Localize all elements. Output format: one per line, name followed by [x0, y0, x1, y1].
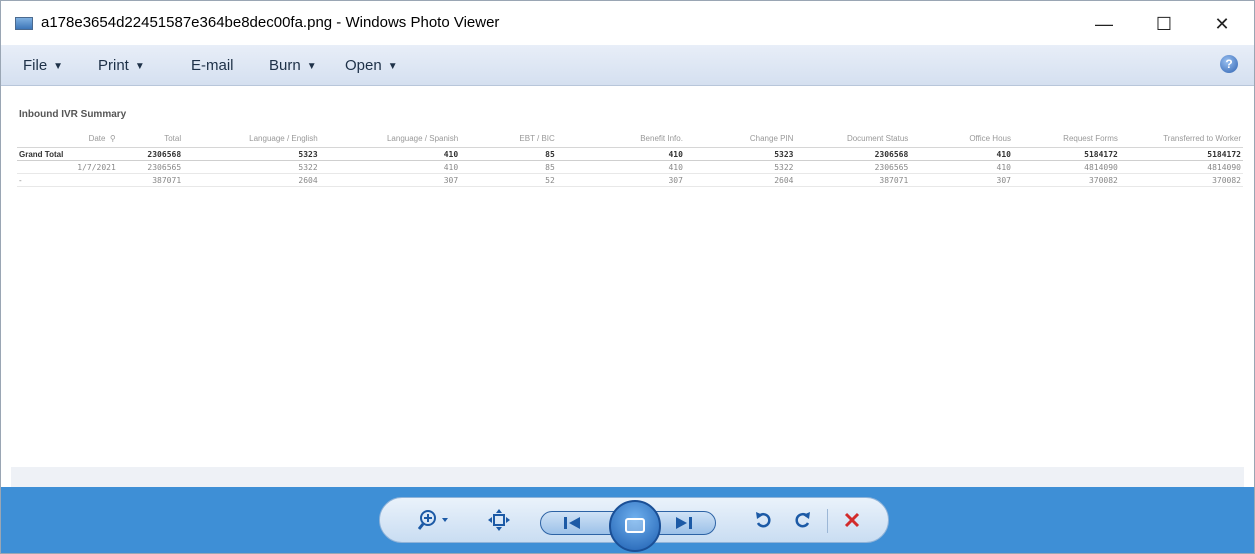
next-button[interactable]	[669, 514, 699, 532]
slideshow-icon	[625, 518, 645, 533]
menu-open[interactable]: Open ▼	[345, 57, 398, 74]
menu-print[interactable]: Print ▼	[98, 57, 145, 74]
table-cell: 2306568	[117, 147, 184, 161]
table-cell: 410	[910, 147, 1013, 161]
table-cell: 5322	[183, 160, 320, 174]
table-cell: 85	[460, 147, 557, 161]
menu-file[interactable]: File ▼	[23, 57, 63, 74]
table-cell: 2604	[183, 173, 320, 187]
table-row: - 387071 2604 307 52 307 2604 387071 307…	[17, 173, 1243, 187]
toolbar-separator	[827, 509, 828, 533]
table-cell: 4814090	[1012, 160, 1120, 174]
previous-button[interactable]	[557, 514, 587, 532]
table-header-row: Date ⚲ Total Language / English Language…	[17, 129, 1243, 148]
dropdown-arrow-icon: ▼	[387, 61, 398, 72]
image-viewport: Inbound IVR Summary Date ⚲ Total Languag…	[11, 87, 1244, 467]
displayed-image: Inbound IVR Summary Date ⚲ Total Languag…	[11, 87, 1244, 467]
close-window-button[interactable]: ✕	[1199, 9, 1245, 39]
menu-email[interactable]: E-mail	[191, 57, 234, 74]
table-cell: 370082	[1012, 173, 1120, 187]
rotate-clockwise-icon	[795, 512, 810, 528]
table-cell: 2306565	[117, 160, 184, 174]
menu-file-label: File	[23, 57, 48, 74]
maximize-button[interactable]: ☐	[1141, 9, 1187, 39]
table-cell: 5184172	[1119, 147, 1243, 161]
row-label: 1/7/2021	[17, 160, 118, 174]
table-cell: 5184172	[1012, 147, 1120, 161]
actual-size-icon	[488, 509, 510, 531]
close-icon: ✕	[1214, 13, 1230, 34]
menu-burn[interactable]: Burn ▼	[269, 57, 317, 74]
window-title: a178e3654d22451587e364be8dec00fa.png - W…	[41, 14, 500, 31]
menu-email-label: E-mail	[191, 57, 234, 74]
dropdown-arrow-icon: ▼	[53, 61, 64, 72]
table-cell: 5322	[684, 160, 796, 174]
column-header: Office Hous	[910, 129, 1013, 148]
table-cell: 5323	[183, 147, 320, 161]
search-icon: ⚲	[109, 133, 116, 143]
help-icon[interactable]: ?	[1220, 55, 1238, 73]
next-icon	[676, 517, 692, 529]
delete-button[interactable]	[838, 508, 866, 532]
column-header: EBT / BIC	[460, 129, 557, 148]
zoom-icon	[418, 510, 448, 530]
rotate-clockwise-button[interactable]	[788, 508, 816, 532]
column-header: Language / English	[183, 129, 320, 148]
row-label: -	[17, 173, 118, 187]
table-cell: 2306568	[795, 147, 911, 161]
minimize-icon: —	[1095, 13, 1113, 34]
menu-print-label: Print	[98, 57, 129, 74]
table-cell: 2604	[684, 173, 796, 187]
table-cell: 370082	[1119, 173, 1243, 187]
photo-viewer-app-icon	[15, 17, 33, 30]
rotate-counterclockwise-button[interactable]	[750, 508, 778, 532]
dropdown-arrow-icon: ▼	[306, 61, 317, 72]
column-header-date: Date ⚲	[17, 129, 118, 148]
report-title: Inbound IVR Summary	[19, 109, 127, 120]
table-cell: 410	[319, 147, 461, 161]
bottom-toolbar	[1, 487, 1254, 553]
column-header: Change PIN	[684, 129, 796, 148]
table-cell: 52	[460, 173, 557, 187]
previous-icon	[564, 517, 580, 529]
zoom-button[interactable]	[414, 508, 456, 532]
menu-bar: File ▼ Print ▼ E-mail Burn ▼ Open ▼ ?	[1, 45, 1254, 86]
column-header: Transferred to Worker	[1119, 129, 1243, 148]
table-cell: 5323	[684, 147, 796, 161]
table-cell: 307	[556, 173, 685, 187]
table-cell: 410	[319, 160, 461, 174]
table-cell: 387071	[795, 173, 911, 187]
minimize-button[interactable]: —	[1081, 9, 1127, 39]
table-cell: 2306565	[795, 160, 911, 174]
column-header: Document Status	[795, 129, 911, 148]
maximize-icon: ☐	[1155, 13, 1173, 34]
control-strip	[379, 497, 889, 552]
table-cell: 410	[556, 160, 685, 174]
column-header: Request Forms	[1012, 129, 1120, 148]
column-header: Benefit Info.	[556, 129, 685, 148]
summary-table: Date ⚲ Total Language / English Language…	[17, 129, 1243, 187]
table-row: Grand Total 2306568 5323 410 85 410 5323…	[17, 147, 1243, 161]
photo-viewer-window: a178e3654d22451587e364be8dec00fa.png - W…	[0, 0, 1255, 554]
actual-size-button[interactable]	[484, 508, 514, 532]
delete-icon	[844, 512, 860, 528]
slideshow-button[interactable]	[609, 500, 661, 552]
table-cell: 85	[460, 160, 557, 174]
title-bar[interactable]: a178e3654d22451587e364be8dec00fa.png - W…	[1, 1, 1254, 45]
table-cell: 307	[319, 173, 461, 187]
table-cell: 307	[910, 173, 1013, 187]
rotate-counterclockwise-icon	[756, 512, 771, 528]
menu-burn-label: Burn	[269, 57, 301, 74]
viewport-bottom-strip	[11, 467, 1244, 487]
column-header: Language / Spanish	[319, 129, 461, 148]
column-header: Total	[117, 129, 184, 148]
dropdown-arrow-icon: ▼	[134, 61, 145, 72]
row-label: Grand Total	[17, 147, 118, 161]
table-cell: 410	[910, 160, 1013, 174]
table-row: 1/7/2021 2306565 5322 410 85 410 5322 23…	[17, 160, 1243, 174]
table-cell: 410	[556, 147, 685, 161]
table-cell: 4814090	[1119, 160, 1243, 174]
table-cell: 387071	[117, 173, 184, 187]
menu-open-label: Open	[345, 57, 382, 74]
